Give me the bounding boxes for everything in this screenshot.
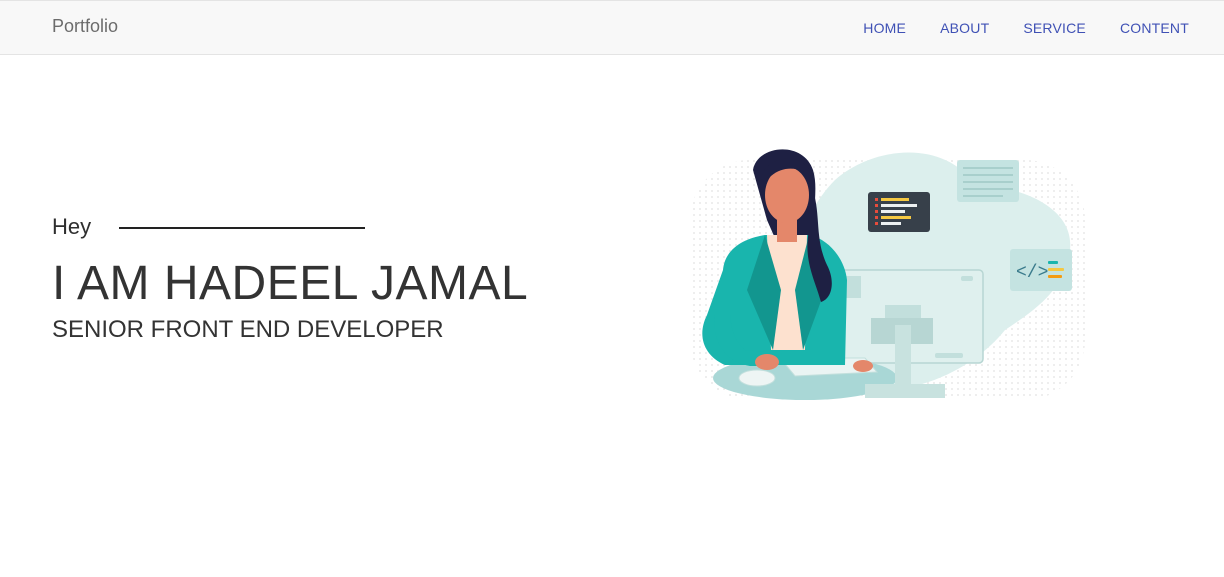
nav-link-about[interactable]: ABOUT — [940, 20, 989, 36]
svg-text:</>: </> — [1016, 263, 1048, 283]
greeting-divider — [119, 227, 366, 229]
nav-links: HOME ABOUT SERVICE CONTENT — [829, 1, 1189, 54]
brand-link[interactable]: Portfolio — [52, 16, 118, 37]
computer-mouse — [738, 369, 776, 387]
navbar: Portfolio HOME ABOUT SERVICE CONTENT — [0, 0, 1224, 55]
greeting-row: Hey — [52, 210, 528, 244]
nav-link-home[interactable]: HOME — [863, 20, 906, 36]
nav-link-content[interactable]: CONTENT — [1120, 20, 1189, 36]
hero-role: SENIOR FRONT END DEVELOPER — [52, 316, 444, 343]
code-window-icon — [868, 192, 930, 232]
hero-name: I AM HADEEL JAMAL — [52, 257, 529, 310]
hero-text: Hey I AM HADEEL JAMAL SENIOR FRONT END D… — [52, 210, 528, 346]
developer-at-computer-illustration: </> — [690, 149, 1085, 400]
greeting: Hey — [52, 214, 92, 239]
developer-illustration: </> — [685, 140, 1085, 405]
code-tag-icon: </> — [1010, 249, 1072, 291]
nav-link-service[interactable]: SERVICE — [1023, 20, 1086, 36]
text-card-icon — [957, 160, 1019, 202]
